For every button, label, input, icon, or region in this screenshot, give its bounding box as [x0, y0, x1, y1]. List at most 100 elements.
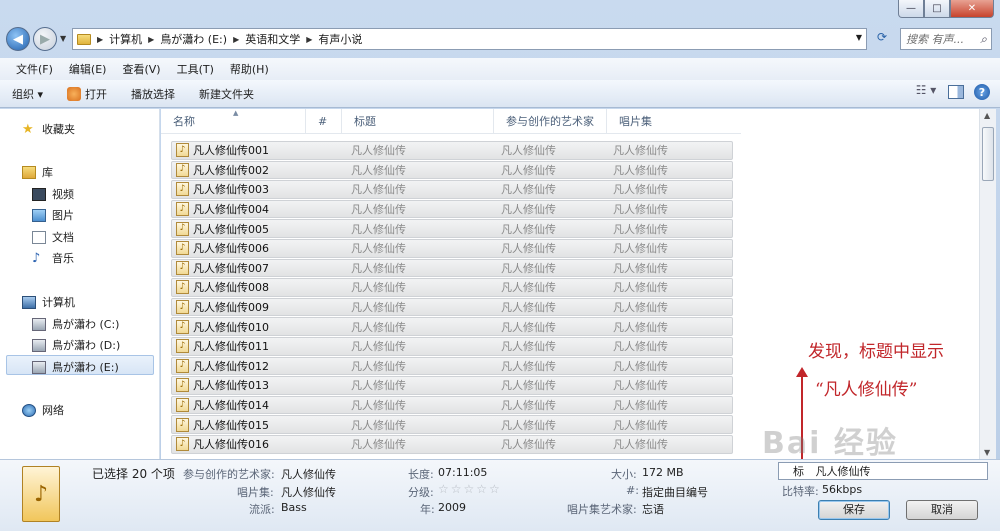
breadcrumb-english-literature[interactable]: 英语和文学	[245, 31, 300, 47]
scroll-thumb[interactable]	[982, 127, 994, 181]
nav-drive-c-label: 鳥が瀟わ (C:)	[52, 318, 120, 331]
file-name: 凡人修仙传009	[193, 301, 269, 315]
table-row[interactable]: ♪ 凡人修仙传013 凡人修仙传 凡人修仙传 凡人修仙传	[171, 376, 733, 395]
table-row[interactable]: ♪ 凡人修仙传009 凡人修仙传 凡人修仙传 凡人修仙传	[171, 297, 733, 317]
nav-drive-d[interactable]: 鳥が瀟わ (D:)	[32, 337, 120, 353]
album-value[interactable]: 凡人修仙传	[281, 484, 336, 500]
maximize-button[interactable]: □	[924, 0, 950, 18]
chevron-right-icon[interactable]: ▶	[148, 35, 154, 44]
file-name: 凡人修仙传013	[193, 379, 269, 393]
cell-artist: 凡人修仙传	[501, 163, 556, 177]
table-row[interactable]: ♪ 凡人修仙传001 凡人修仙传 凡人修仙传 凡人修仙传	[171, 141, 733, 160]
view-options-icon[interactable]: ☷ ▾	[914, 83, 938, 101]
chevron-right-icon[interactable]: ▶	[306, 35, 312, 44]
music-file-icon: ♪	[176, 143, 189, 158]
open-button[interactable]: 打开	[55, 86, 119, 102]
organize-button[interactable]: 组织 ▾	[0, 86, 55, 102]
table-row[interactable]: ♪ 凡人修仙传011 凡人修仙传 凡人修仙传 凡人修仙传	[171, 336, 733, 356]
cell-title: 凡人修仙传	[351, 261, 406, 275]
scroll-down-icon[interactable]: ▼	[984, 448, 990, 457]
search-placeholder: 搜索 有声...	[906, 33, 964, 46]
table-row[interactable]: ♪ 凡人修仙传012 凡人修仙传 凡人修仙传 凡人修仙传	[171, 356, 733, 376]
table-row[interactable]: ♪ 凡人修仙传007 凡人修仙传 凡人修仙传 凡人修仙传	[171, 258, 733, 278]
new-folder-button[interactable]: 新建文件夹	[187, 86, 266, 102]
artist-value[interactable]: 凡人修仙传	[281, 466, 336, 482]
menu-edit[interactable]: 编辑(E)	[61, 61, 115, 77]
star-icon: ★	[22, 121, 34, 137]
close-button[interactable]: ✕	[950, 0, 994, 18]
nav-documents[interactable]: 文档	[32, 229, 74, 245]
search-icon[interactable]: ⌕	[980, 32, 987, 47]
nav-drive-e[interactable]: 鳥が瀟わ (E:)	[32, 359, 119, 375]
year-value[interactable]: 2009	[438, 501, 466, 514]
help-icon[interactable]: ?	[974, 84, 990, 100]
address-dropdown-icon[interactable]: ▼	[856, 33, 862, 42]
cell-album: 凡人修仙传	[613, 438, 668, 452]
breadcrumb-audiobooks[interactable]: 有声小说	[318, 31, 362, 47]
rating-stars[interactable]: ☆☆☆☆☆	[438, 482, 502, 496]
music-file-icon: ♪	[176, 319, 189, 334]
refresh-icon[interactable]: ⟳	[872, 30, 892, 50]
breadcrumb-drive-e[interactable]: 鳥が瀟わ (E:)	[160, 31, 227, 47]
column-track-number[interactable]: #	[306, 109, 342, 134]
table-row[interactable]: ♪ 凡人修仙传015 凡人修仙传 凡人修仙传 凡人修仙传	[171, 415, 733, 434]
menu-view[interactable]: 查看(V)	[114, 61, 168, 77]
menu-tools[interactable]: 工具(T)	[169, 61, 222, 77]
table-row[interactable]: ♪ 凡人修仙传004 凡人修仙传 凡人修仙传 凡人修仙传	[171, 199, 733, 219]
table-row[interactable]: ♪ 凡人修仙传002 凡人修仙传 凡人修仙传 凡人修仙传	[171, 160, 733, 180]
nav-network-label: 网络	[42, 404, 64, 417]
navigation-pane: ★ 收藏夹 库 视频 图片 文档 ♪ 音乐 计算机 鳥が瀟わ (C:) 鳥が瀟わ (…	[0, 109, 160, 459]
preview-pane-icon[interactable]	[948, 85, 964, 99]
scroll-up-icon[interactable]: ▲	[984, 111, 990, 120]
menu-help[interactable]: 帮助(H)	[222, 61, 277, 77]
cancel-button[interactable]: 取消	[906, 500, 978, 520]
cell-name: ♪ 凡人修仙传008	[172, 279, 343, 295]
back-button[interactable]: ◀	[6, 27, 30, 51]
nav-music-label: 音乐	[52, 252, 74, 265]
forward-button[interactable]: ▶	[33, 27, 57, 51]
table-row[interactable]: ♪ 凡人修仙传005 凡人修仙传 凡人修仙传 凡人修仙传	[171, 219, 733, 238]
table-row[interactable]: ♪ 凡人修仙传008 凡人修仙传 凡人修仙传 凡人修仙传	[171, 278, 733, 297]
table-row[interactable]: ♪ 凡人修仙传003 凡人修仙传 凡人修仙传 凡人修仙传	[171, 180, 733, 199]
file-name: 凡人修仙传011	[193, 340, 269, 354]
minimize-button[interactable]: —	[898, 0, 924, 18]
table-row[interactable]: ♪ 凡人修仙传014 凡人修仙传 凡人修仙传 凡人修仙传	[171, 395, 733, 415]
cell-name: ♪ 凡人修仙传011	[172, 338, 343, 354]
search-input[interactable]: 搜索 有声... ⌕	[900, 28, 992, 50]
play-selection-button[interactable]: 播放选择	[119, 86, 187, 102]
column-album[interactable]: 唱片集	[607, 109, 733, 134]
length-value: 07:11:05	[438, 466, 488, 479]
file-name: 凡人修仙传008	[193, 281, 269, 295]
nav-favorites[interactable]: ★ 收藏夹	[22, 121, 75, 137]
table-row[interactable]: ♪ 凡人修仙传016 凡人修仙传 凡人修仙传 凡人修仙传	[171, 434, 733, 454]
table-row[interactable]: ♪ 凡人修仙传010 凡人修仙传 凡人修仙传 凡人修仙传	[171, 317, 733, 336]
nav-music[interactable]: ♪ 音乐	[32, 250, 74, 266]
nav-computer[interactable]: 计算机	[22, 294, 75, 310]
album-artist-value[interactable]: 忘语	[642, 501, 664, 517]
save-button[interactable]: 保存	[818, 500, 890, 520]
nav-computer-label: 计算机	[42, 296, 75, 309]
cell-name: ♪ 凡人修仙传012	[172, 358, 343, 374]
nav-documents-label: 文档	[52, 231, 74, 244]
column-contributing-artist[interactable]: 参与创作的艺术家	[494, 109, 607, 134]
nav-pictures[interactable]: 图片	[32, 207, 74, 223]
chevron-right-icon[interactable]: ▶	[97, 35, 103, 44]
cell-album: 凡人修仙传	[613, 222, 668, 236]
table-row[interactable]: ♪ 凡人修仙传006 凡人修仙传 凡人修仙传 凡人修仙传	[171, 238, 733, 258]
column-title[interactable]: 标题	[342, 109, 494, 134]
track-value[interactable]: 指定曲目编号	[642, 484, 708, 500]
nav-libraries[interactable]: 库	[22, 164, 53, 180]
recent-pages-dropdown[interactable]: ▼	[60, 34, 66, 43]
nav-videos[interactable]: 视频	[32, 186, 74, 202]
drive-icon	[32, 338, 46, 352]
nav-drive-c[interactable]: 鳥が瀟わ (C:)	[32, 316, 119, 332]
chevron-right-icon[interactable]: ▶	[233, 35, 239, 44]
vertical-scrollbar[interactable]: ▲ ▼	[979, 109, 996, 459]
cell-title: 凡人修仙传	[351, 399, 406, 413]
nav-network[interactable]: 网络	[22, 402, 64, 418]
cell-name: ♪ 凡人修仙传002	[172, 162, 343, 178]
breadcrumb-computer[interactable]: 计算机	[109, 31, 142, 47]
address-bar[interactable]: ▶ 计算机 ▶ 鳥が瀟わ (E:) ▶ 英语和文学 ▶ 有声小说 ▼	[72, 28, 867, 50]
menu-file[interactable]: 文件(F)	[8, 61, 61, 77]
genre-value[interactable]: Bass	[281, 501, 307, 514]
